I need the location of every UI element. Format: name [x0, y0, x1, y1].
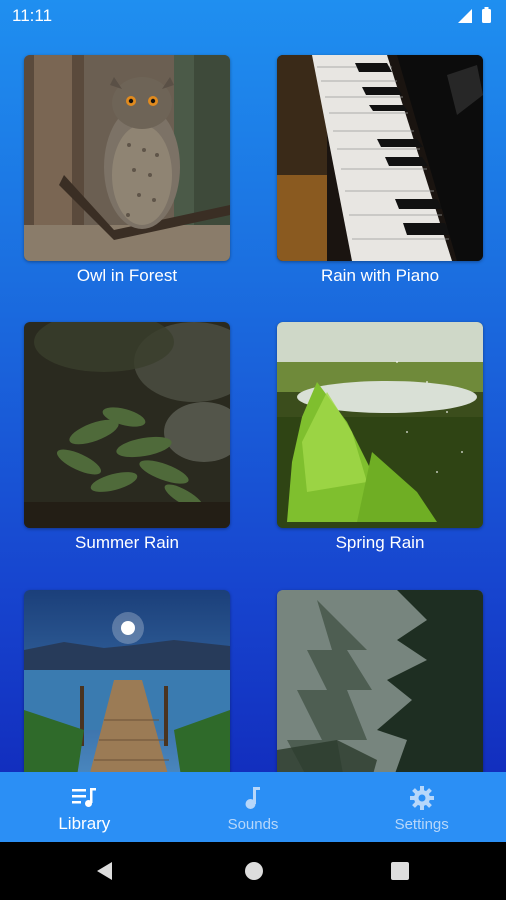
- conifer-thumbnail: [277, 322, 483, 528]
- sound-card-title: Summer Rain: [75, 533, 179, 552]
- sound-card-owl-in-forest[interactable]: Owl in Forest: [24, 55, 230, 286]
- sound-card-title: Owl in Forest: [76, 266, 178, 285]
- home-icon[interactable]: [243, 860, 265, 882]
- gear-icon: [409, 786, 434, 810]
- music-note-icon: [245, 787, 260, 809]
- sound-card-misty-forest[interactable]: [277, 590, 483, 772]
- nav-label-library: Library: [58, 814, 111, 833]
- fern-thumbnail: [24, 322, 230, 528]
- owl-forest-thumbnail: [24, 55, 230, 261]
- back-icon[interactable]: [94, 860, 114, 882]
- sound-card-title: Spring Rain: [335, 533, 425, 552]
- nav-label-settings: Settings: [394, 816, 449, 833]
- library-music-icon: [72, 788, 97, 807]
- nav-item-sounds[interactable]: Sounds: [169, 772, 338, 842]
- bottom-navigation: Library Sounds Settings: [0, 772, 506, 842]
- piano-thumbnail: [277, 55, 483, 261]
- nav-label-sounds: Sounds: [227, 816, 279, 833]
- sound-card-title: Rain with Piano: [320, 266, 440, 285]
- sound-card-summer-rain[interactable]: Summer Rain: [24, 322, 230, 553]
- recents-icon[interactable]: [390, 860, 410, 882]
- sound-card-spring-rain[interactable]: Spring Rain: [277, 322, 483, 553]
- sound-card-lake-pier[interactable]: [24, 590, 230, 772]
- sound-card-rain-with-piano[interactable]: Rain with Piano: [277, 55, 483, 286]
- misty-forest-thumbnail: [277, 590, 483, 772]
- system-navigation-bar: [0, 842, 506, 900]
- sound-library-grid: Owl in Forest Rain with Piano Summer Rai…: [0, 0, 506, 772]
- lake-pier-thumbnail: [24, 590, 230, 772]
- nav-item-settings[interactable]: Settings: [337, 772, 506, 842]
- nav-item-library[interactable]: Library: [0, 772, 169, 842]
